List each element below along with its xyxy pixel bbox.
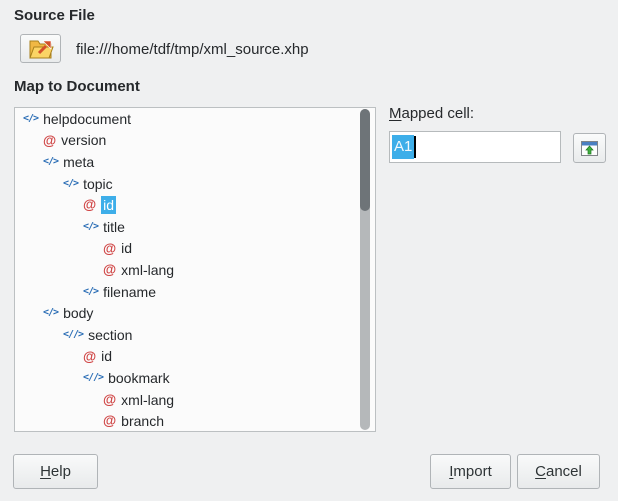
scrollbar-thumb[interactable] <box>360 109 370 211</box>
source-file-heading: Source File <box>14 7 95 24</box>
tree-item[interactable]: <//> bookmark <box>15 367 375 389</box>
import-button[interactable]: Import <box>430 454 511 489</box>
attribute-icon: @ <box>103 242 116 256</box>
tree-item[interactable]: <//> section <box>15 324 375 346</box>
attribute-icon: @ <box>83 198 96 212</box>
element-repeat-icon: <//> <box>83 373 103 383</box>
selected-cell-text: A1 <box>392 135 414 159</box>
tree-item[interactable]: @ id <box>15 346 375 368</box>
xml-structure-tree[interactable]: </> helpdocument @ version </> meta </> … <box>14 107 376 432</box>
tree-item[interactable]: </> title <box>15 216 375 238</box>
tree-item[interactable]: </> meta <box>15 151 375 173</box>
tree-item[interactable]: </> helpdocument <box>15 108 375 130</box>
open-folder-icon <box>28 38 54 60</box>
map-to-document-heading: Map to Document <box>14 78 140 95</box>
source-file-path: file:///home/tdf/tmp/xml_source.xhp <box>76 40 309 60</box>
element-icon: </> <box>83 222 98 232</box>
cancel-button-label: Cancel <box>535 463 582 480</box>
tree-item[interactable]: </> body <box>15 302 375 324</box>
attribute-icon: @ <box>103 393 116 407</box>
mapped-cell-label-rest: apped cell: <box>402 105 475 122</box>
attribute-icon: @ <box>43 134 56 148</box>
element-icon: </> <box>43 157 58 167</box>
attribute-icon: @ <box>83 350 96 364</box>
element-icon: </> <box>43 308 58 318</box>
mapped-cell-mnemonic: M <box>389 105 402 122</box>
shrink-window-icon <box>581 141 598 156</box>
attribute-icon: @ <box>103 263 116 277</box>
element-repeat-icon: <//> <box>63 330 83 340</box>
tree-item[interactable]: @ id <box>15 194 375 216</box>
shrink-range-picker-button[interactable] <box>573 133 606 163</box>
tree-item[interactable]: @ xml-lang <box>15 259 375 281</box>
help-button[interactable]: Help <box>13 454 98 489</box>
text-caret <box>414 136 416 158</box>
tree-item[interactable]: @ branch <box>15 410 375 432</box>
help-button-label: Help <box>40 463 71 480</box>
mapped-cell-label: Mapped cell: <box>389 105 474 122</box>
tree-item[interactable]: @ version <box>15 130 375 152</box>
browse-source-file-button[interactable] <box>20 34 61 63</box>
tree-item[interactable]: </> topic <box>15 173 375 195</box>
mapped-cell-input[interactable]: A1 <box>389 131 561 163</box>
element-icon: </> <box>83 287 98 297</box>
element-icon: </> <box>23 114 38 124</box>
element-icon: </> <box>63 179 78 189</box>
tree-item[interactable]: @ id <box>15 238 375 260</box>
attribute-icon: @ <box>103 414 116 428</box>
cancel-button[interactable]: Cancel <box>517 454 600 489</box>
import-button-label: Import <box>449 463 492 480</box>
tree-item[interactable]: @ xml-lang <box>15 389 375 411</box>
tree-item[interactable]: </> filename <box>15 281 375 303</box>
